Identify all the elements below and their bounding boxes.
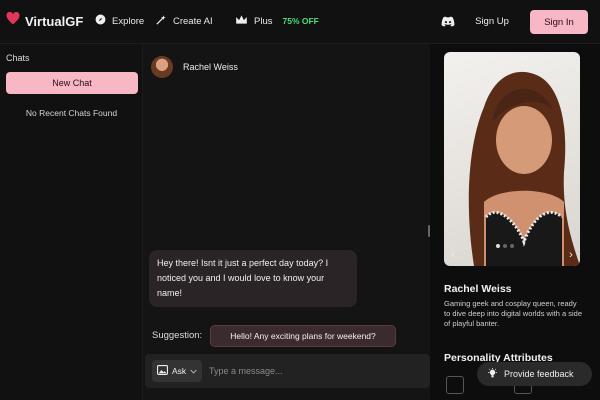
nav-create-ai-label: Create AI <box>173 16 213 27</box>
nav-create-ai[interactable]: Create AI <box>155 14 213 29</box>
message-input[interactable] <box>209 362 419 380</box>
sign-up-button[interactable]: Sign Up <box>462 10 522 32</box>
chevron-left-icon: ‹ <box>451 249 455 261</box>
crown-icon <box>235 14 248 28</box>
nav-explore-label: Explore <box>112 15 145 27</box>
discord-icon[interactable] <box>441 14 455 32</box>
chat-panel: Rachel Weiss Hey there! Isnt it just a p… <box>143 44 430 400</box>
provide-feedback-button[interactable]: Provide feedback <box>477 362 592 386</box>
carousel-dot[interactable] <box>496 244 500 248</box>
top-nav: VirtualGF Explore Create AI Plus 75% OFF… <box>0 0 600 44</box>
carousel-dot[interactable] <box>503 244 507 248</box>
profile-bio: Gaming geek and cosplay queen, ready to … <box>444 299 582 328</box>
nav-plus-label: Plus <box>254 15 273 27</box>
ask-label: Ask <box>172 366 187 376</box>
profile-panel: ‹ › Rachel Weiss Gaming geek and cosplay… <box>430 44 600 400</box>
chevron-down-icon <box>190 366 197 376</box>
nav-plus[interactable]: Plus 75% OFF <box>235 14 319 28</box>
discount-badge: 75% OFF <box>282 16 319 26</box>
suggestion-label: Suggestion: <box>152 330 203 341</box>
suggestion-chip[interactable]: Hello! Any exciting plans for weekend? <box>210 325 396 347</box>
carousel-next-button[interactable]: › <box>562 246 580 264</box>
carousel-dots <box>496 244 514 248</box>
carousel-prev-button[interactable]: ‹ <box>444 246 462 264</box>
magic-wand-icon <box>155 14 167 29</box>
attribute-icon <box>446 376 464 394</box>
message-bubble: Hey there! Isnt it just a perfect day to… <box>149 250 357 307</box>
chat-header: Rachel Weiss <box>151 56 238 78</box>
profile-name: Rachel Weiss <box>444 283 512 295</box>
heart-icon <box>6 11 20 30</box>
brand-name: VirtualGF <box>25 13 84 29</box>
feedback-label: Provide feedback <box>504 369 574 379</box>
carousel-dot[interactable] <box>510 244 514 248</box>
profile-photo <box>444 52 580 266</box>
chats-heading: Chats <box>6 53 30 63</box>
ask-dropdown[interactable]: Ask <box>152 360 202 382</box>
message-composer: Ask <box>145 354 430 388</box>
compass-icon <box>95 14 106 28</box>
nav-explore[interactable]: Explore <box>95 14 144 28</box>
image-icon <box>157 365 168 377</box>
chevron-right-icon: › <box>569 249 573 261</box>
new-chat-button[interactable]: New Chat <box>6 72 138 94</box>
chat-contact-name: Rachel Weiss <box>183 62 238 72</box>
brand-logo[interactable]: VirtualGF <box>6 11 84 30</box>
avatar[interactable] <box>151 56 173 78</box>
lightbulb-icon <box>487 367 498 381</box>
chats-sidebar: Chats New Chat No Recent Chats Found <box>0 44 143 400</box>
sign-in-button[interactable]: Sign In <box>530 10 588 34</box>
no-chats-message: No Recent Chats Found <box>25 108 118 118</box>
